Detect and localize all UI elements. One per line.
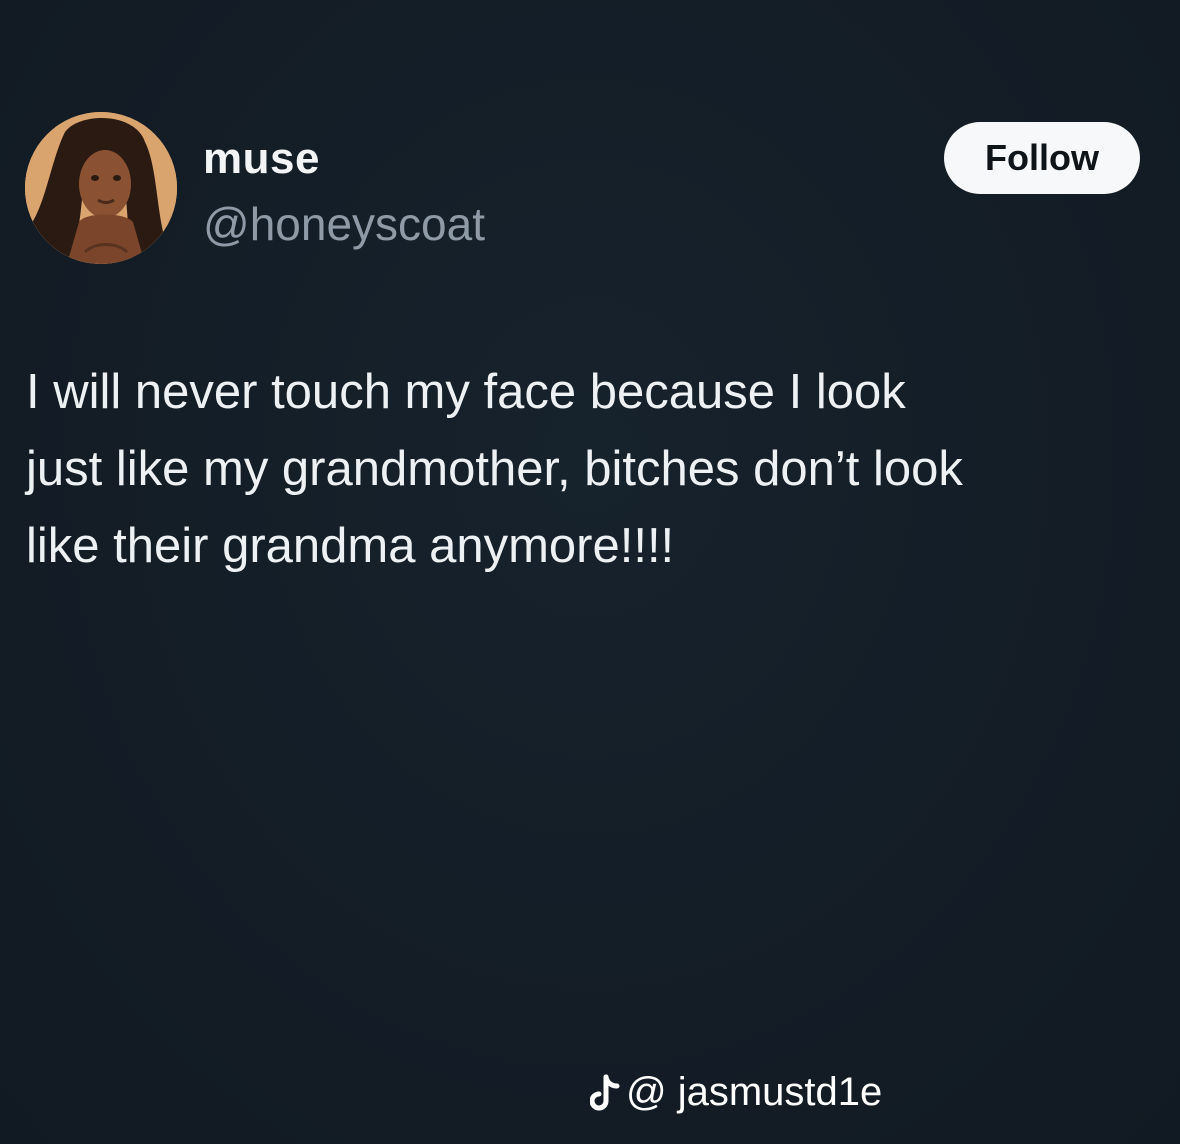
- tiktok-logo-icon: [589, 1073, 620, 1113]
- avatar-photo-icon: [25, 112, 177, 264]
- tweet-card: muse @honeyscoat Follow I will never tou…: [0, 0, 1180, 1144]
- avatar[interactable]: [25, 112, 177, 264]
- watermark-username: @ jasmustd1e: [626, 1070, 883, 1114]
- follow-button[interactable]: Follow: [944, 122, 1140, 194]
- author-handle[interactable]: @honeyscoat: [203, 197, 485, 251]
- tiktok-watermark: @ jasmustd1e: [589, 1070, 883, 1115]
- tweet-text: I will never touch my face because I loo…: [26, 365, 963, 573]
- author-display-name[interactable]: muse: [203, 134, 320, 184]
